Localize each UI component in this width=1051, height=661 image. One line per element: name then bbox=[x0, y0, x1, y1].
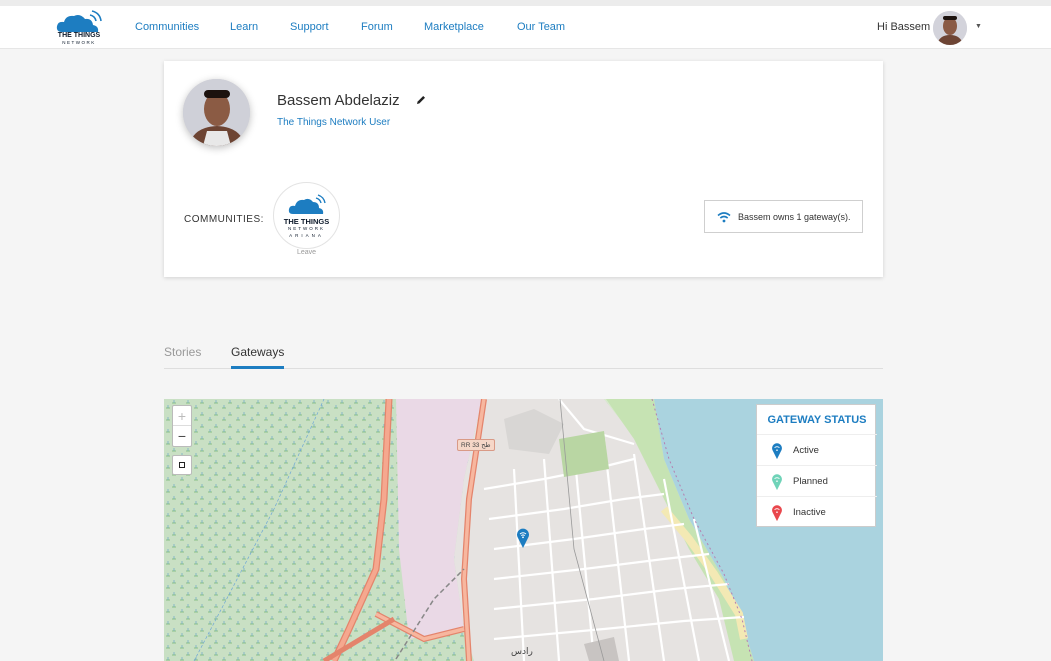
inactive-marker-icon bbox=[772, 505, 782, 522]
road-label: RR 33 طح bbox=[457, 439, 495, 451]
gateway-status-legend: GATEWAY STATUS Active Planned Inactive bbox=[756, 404, 877, 528]
profile-tabs: Stories Gateways bbox=[164, 340, 883, 369]
legend-item-planned: Planned bbox=[757, 465, 877, 497]
nav-support[interactable]: Support bbox=[290, 21, 329, 33]
nav-our-team[interactable]: Our Team bbox=[517, 21, 565, 33]
zoom-control: + − bbox=[172, 405, 192, 447]
community-logo-title: THE THINGS bbox=[283, 217, 330, 226]
legend-label-inactive: Inactive bbox=[793, 507, 826, 518]
zoom-out-button[interactable]: − bbox=[173, 426, 191, 446]
user-greeting[interactable]: Hi Bassem bbox=[877, 21, 930, 33]
gateway-count-text: Bassem owns 1 gateway(s). bbox=[738, 212, 851, 222]
nav-forum[interactable]: Forum bbox=[361, 21, 393, 33]
legend-item-active: Active bbox=[757, 434, 877, 466]
user-avatar-image bbox=[933, 11, 967, 45]
top-navbar: THE THINGS NETWORK Communities Learn Sup… bbox=[0, 0, 1051, 49]
planned-marker-icon bbox=[772, 474, 782, 491]
zoom-in-button[interactable]: + bbox=[173, 406, 191, 426]
ttn-logo[interactable]: THE THINGS NETWORK bbox=[54, 10, 104, 50]
tab-stories[interactable]: Stories bbox=[164, 345, 201, 359]
chevron-down-icon[interactable]: ▼ bbox=[975, 23, 982, 30]
community-ariana-logo[interactable]: THE THINGS NETWORK ARIANA bbox=[273, 182, 340, 249]
cloud-icon bbox=[288, 194, 326, 214]
profile-card: Bassem Abdelaziz The Things Network User… bbox=[164, 61, 883, 277]
draw-rectangle-button[interactable] bbox=[172, 455, 192, 475]
legend-title: GATEWAY STATUS bbox=[767, 414, 867, 426]
logo-text: THE THINGS bbox=[57, 32, 101, 39]
profile-name: Bassem Abdelaziz bbox=[277, 92, 400, 109]
legend-item-inactive: Inactive bbox=[757, 496, 877, 528]
nav-marketplace[interactable]: Marketplace bbox=[424, 21, 484, 33]
profile-avatar bbox=[183, 79, 250, 146]
wifi-icon bbox=[717, 212, 731, 223]
community-logo-place: ARIANA bbox=[289, 233, 324, 238]
leave-community-link[interactable]: Leave bbox=[273, 249, 340, 256]
gateway-count-box: Bassem owns 1 gateway(s). bbox=[704, 200, 863, 233]
nav-communities[interactable]: Communities bbox=[135, 21, 199, 33]
user-avatar[interactable] bbox=[933, 11, 967, 45]
legend-label-planned: Planned bbox=[793, 476, 828, 487]
profile-avatar-image bbox=[183, 79, 250, 146]
gateway-marker-icon[interactable] bbox=[516, 527, 530, 549]
community-logo-network: NETWORK bbox=[288, 226, 325, 231]
tab-gateways[interactable]: Gateways bbox=[231, 345, 285, 369]
active-marker-icon bbox=[772, 443, 782, 460]
logo-subtext: NETWORK bbox=[62, 40, 96, 45]
square-icon bbox=[179, 462, 185, 468]
communities-label: COMMUNITIES: bbox=[184, 214, 264, 225]
cloud-icon bbox=[56, 10, 102, 32]
pencil-icon[interactable] bbox=[415, 94, 427, 106]
nav-learn[interactable]: Learn bbox=[230, 21, 258, 33]
profile-role: The Things Network User bbox=[277, 117, 391, 128]
legend-label-active: Active bbox=[793, 445, 819, 456]
gateway-map[interactable]: RR 33 طح رادس + − GATEWAY STATUS Active bbox=[164, 399, 883, 661]
place-label: رادس bbox=[511, 646, 533, 656]
